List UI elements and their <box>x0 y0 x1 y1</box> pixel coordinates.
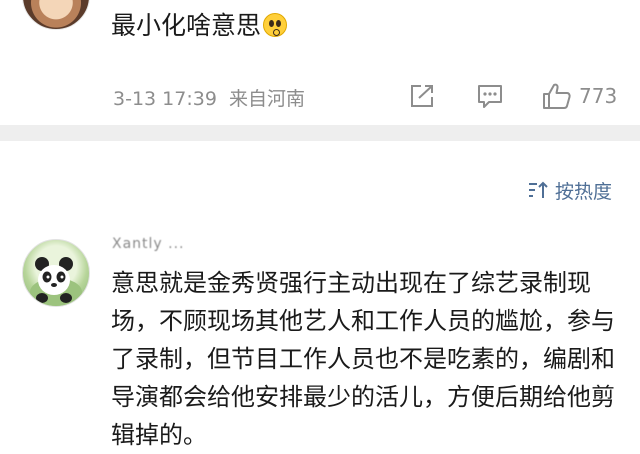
comment-meta: 3-13 17:39 来自河南 <box>113 84 305 111</box>
comment-text: 最小化啥意思 <box>111 8 288 44</box>
comment-meta-row: 3-13 17:39 来自河南 773 <box>113 80 623 112</box>
comment-icon <box>478 85 502 108</box>
sort-by-hot-button[interactable]: 按热度 <box>527 176 612 204</box>
like-count: 773 <box>579 84 618 108</box>
comment-text-content: 最小化啥意思 <box>111 11 262 40</box>
panda-avatar-icon <box>30 257 82 306</box>
reply-button[interactable] <box>475 82 505 110</box>
thumbs-up-icon <box>543 83 571 109</box>
comment-timestamp: 3-13 17:39 <box>113 88 217 110</box>
comment-location: 来自河南 <box>228 88 305 110</box>
sort-label: 按热度 <box>554 180 612 203</box>
surprised-face-emoji-icon <box>263 13 288 37</box>
avatar[interactable] <box>22 239 90 307</box>
avatar[interactable] <box>22 0 90 30</box>
share-button[interactable] <box>407 82 437 110</box>
comment-username[interactable]: Xantly ... <box>112 236 185 252</box>
share-icon <box>411 85 433 107</box>
sort-icon <box>528 181 548 198</box>
comment-text: 意思就是金秀贤强行主动出现在了综艺录制现场，不顾现场其他艺人和工作人员的尴尬，参… <box>111 269 615 449</box>
section-divider <box>0 125 640 141</box>
like-button[interactable]: 773 <box>541 82 621 110</box>
